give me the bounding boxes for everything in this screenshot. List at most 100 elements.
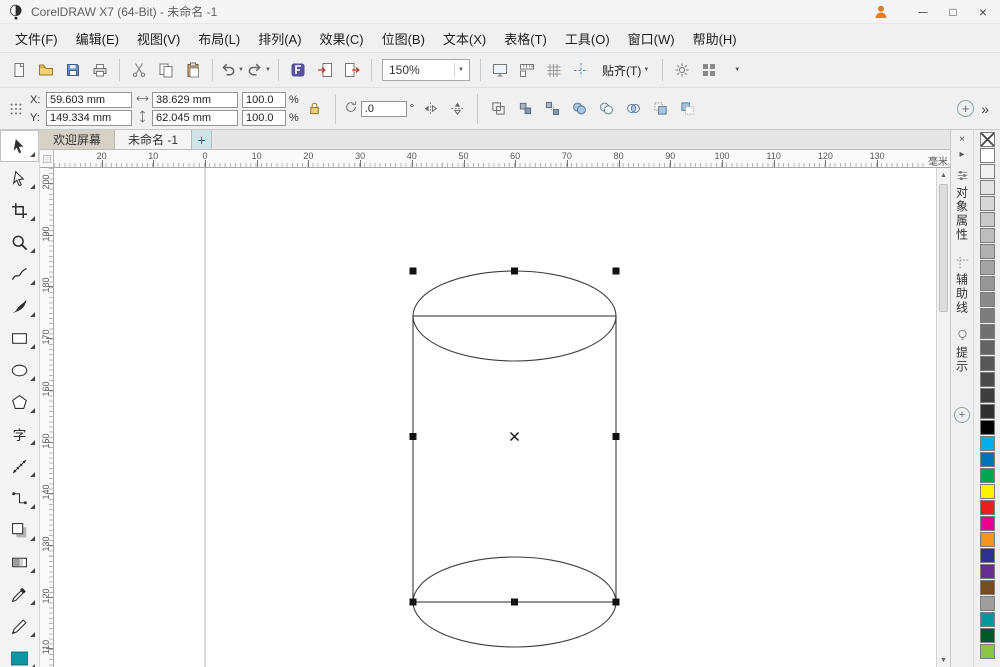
palette-color-swatch[interactable] [979,388,995,403]
menu-arrange[interactable]: 排列(A) [249,25,310,52]
palette-color-swatch[interactable] [979,212,995,227]
export-button[interactable] [339,57,365,83]
tool-drop-shadow[interactable] [0,514,39,546]
chevron-down-icon[interactable]: ▼ [238,67,244,73]
cut-button[interactable] [126,57,152,83]
minimize-button[interactable]: ─ [908,1,938,23]
combine-button[interactable] [486,97,510,121]
menu-edit[interactable]: 编辑(E) [67,25,128,52]
group-objects-button[interactable] [513,97,537,121]
docker-tab-object-properties[interactable]: 对象属性 [954,162,971,249]
palette-color-swatch[interactable] [979,196,995,211]
y-position-input[interactable] [46,109,132,126]
selection-handle[interactable] [612,598,620,606]
menu-view[interactable]: 视图(V) [128,25,189,52]
weld-button[interactable] [567,97,591,121]
rotation-angle-input[interactable] [360,100,407,117]
palette-color-swatch[interactable] [979,404,995,419]
menu-help[interactable]: 帮助(H) [684,25,746,52]
lock-ratio-button[interactable] [303,97,327,121]
open-button[interactable] [33,57,59,83]
tool-zoom[interactable] [0,226,39,258]
palette-color-swatch[interactable] [979,532,995,547]
palette-color-swatch[interactable] [979,260,995,275]
tool-freehand[interactable] [0,258,39,290]
redo-button[interactable]: ▼ [246,57,272,83]
menu-window[interactable]: 窗口(W) [619,25,684,52]
ruler-origin-corner[interactable] [40,150,54,167]
collapse-docker-button[interactable]: ▸ [953,147,971,162]
palette-color-swatch[interactable] [979,228,995,243]
scale-y-input[interactable] [242,109,286,126]
front-minus-back-button[interactable] [648,97,672,121]
menu-tools[interactable]: 工具(O) [556,25,619,52]
tool-crop[interactable] [0,194,39,226]
zoom-level-combobox[interactable]: 150% ▼ [382,59,470,81]
x-position-input[interactable] [46,91,132,108]
new-document-button[interactable] [6,57,32,83]
palette-color-swatch[interactable] [979,372,995,387]
docker-tab-hints[interactable]: 提示 [954,322,971,381]
tool-rectangle[interactable] [0,322,39,354]
palette-color-swatch[interactable] [979,628,995,643]
palette-color-swatch[interactable] [979,436,995,451]
palette-color-swatch[interactable] [979,644,995,659]
vertical-scrollbar[interactable]: ▲ ▼ [936,168,950,667]
menu-bitmaps[interactable]: 位图(B) [373,25,434,52]
import-button[interactable] [312,57,338,83]
drawing-canvas[interactable] [54,168,936,667]
user-account-button[interactable] [868,1,894,23]
menu-table[interactable]: 表格(T) [495,25,556,52]
palette-color-swatch[interactable] [979,356,995,371]
search-content-button[interactable] [285,57,311,83]
chevron-down-icon[interactable]: ▼ [265,67,271,73]
tool-outline-pen[interactable] [0,610,39,642]
palette-color-swatch[interactable] [979,324,995,339]
ungroup-objects-button[interactable] [540,97,564,121]
palette-color-swatch[interactable] [979,148,995,163]
palette-color-swatch[interactable] [979,500,995,515]
maximize-button[interactable]: □ [938,1,968,23]
toolbar-overflow-button[interactable]: ▼ [723,57,749,83]
selection-handle[interactable] [511,598,518,606]
quick-customize-button[interactable]: + [957,100,975,117]
palette-color-swatch[interactable] [979,180,995,195]
tool-interactive-fill[interactable] [0,642,39,667]
palette-color-swatch[interactable] [979,164,995,179]
show-grid-button[interactable] [541,57,567,83]
mirror-vertical-button[interactable] [445,97,469,121]
selection-handle[interactable] [612,267,620,275]
fullscreen-preview-button[interactable] [487,57,513,83]
menu-effects[interactable]: 效果(C) [311,25,373,52]
object-height-input[interactable] [152,109,238,126]
scroll-down-button[interactable]: ▼ [937,653,950,667]
selection-handle[interactable] [409,598,417,606]
vertical-ruler[interactable]: 200 190 180 170 160 150 140 130 120 110 [40,168,54,667]
palette-color-swatch[interactable] [979,596,995,611]
palette-color-swatch[interactable] [979,292,995,307]
tool-ellipse[interactable] [0,354,39,386]
tool-text[interactable]: 字 [0,418,39,450]
tool-straight-line-connector[interactable] [0,482,39,514]
menu-file[interactable]: 文件(F) [6,25,67,52]
cylinder-object[interactable] [412,270,617,648]
save-button[interactable] [60,57,86,83]
print-button[interactable] [87,57,113,83]
horizontal-ruler[interactable]: 毫米 20 10 0 10 20 30 40 50 60 70 80 90 100 110 120 130 [54,150,950,167]
palette-color-swatch[interactable] [979,452,995,467]
options-button[interactable] [669,57,695,83]
palette-color-swatch[interactable] [979,340,995,355]
tool-pick[interactable] [0,130,39,162]
object-width-input[interactable] [152,91,238,108]
show-rulers-button[interactable] [514,57,540,83]
selection-handle[interactable] [511,267,518,275]
selection-handle[interactable] [409,433,417,440]
palette-color-swatch[interactable] [979,420,995,435]
palette-color-swatch[interactable] [979,308,995,323]
nudge-offset-button[interactable] [6,99,26,119]
palette-no-color-swatch[interactable] [979,132,995,147]
document-tab-welcome[interactable]: 欢迎屏幕 [40,130,116,149]
back-minus-front-button[interactable] [675,97,699,121]
tool-polygon[interactable] [0,386,39,418]
palette-color-swatch[interactable] [979,516,995,531]
